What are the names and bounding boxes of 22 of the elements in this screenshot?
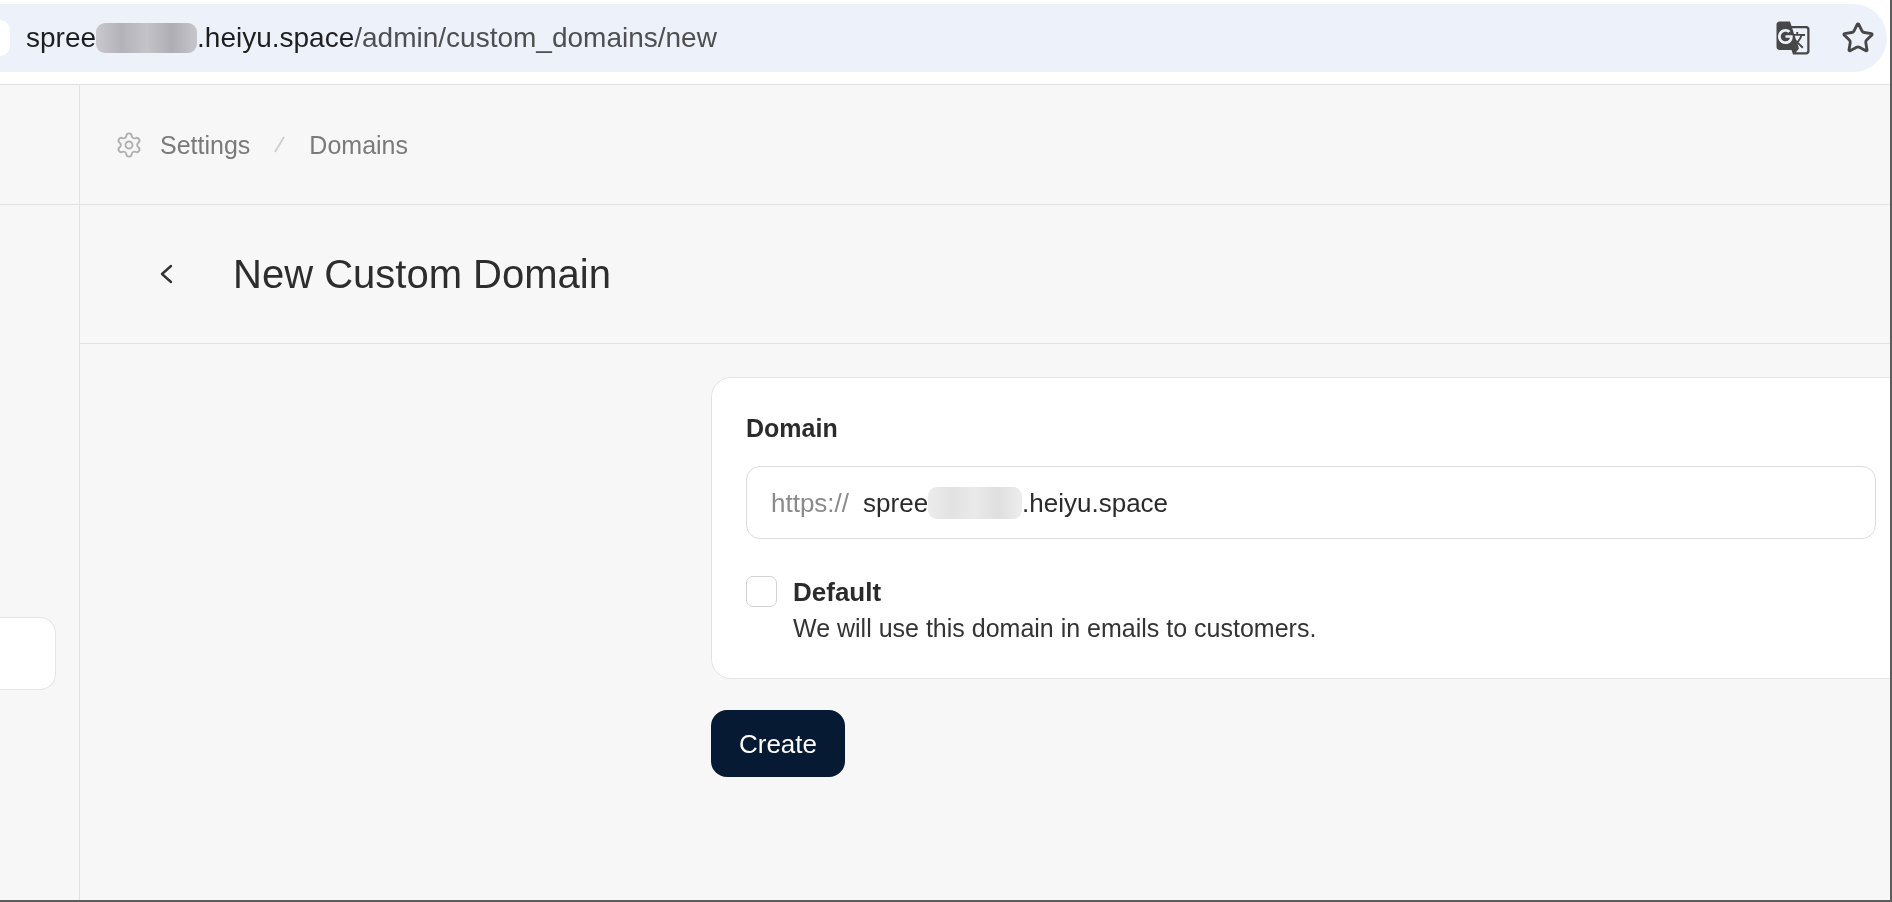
breadcrumb-link[interactable]: Settings (160, 129, 251, 160)
breadcrumb-link[interactable]: Domains (309, 129, 408, 160)
gear-icon (115, 130, 143, 159)
translate-icon[interactable] (1775, 20, 1811, 56)
star-icon[interactable] (1841, 21, 1875, 55)
url-prefix-text: https:// (771, 486, 850, 519)
url-text: spree (26, 21, 97, 55)
checkbox-description: We will use this domain in emails to customers. (793, 613, 1317, 644)
slash-icon (274, 136, 286, 153)
chevron-left-icon (159, 264, 173, 284)
address-bar[interactable]: spree .heiyu.space/admin/custom_domains/new (0, 4, 1887, 72)
domain-value-text: spree (863, 486, 929, 519)
url-path-text: /admin/custom_domains/new (354, 21, 717, 55)
checkbox[interactable] (746, 576, 777, 607)
page-title: New Custom Domain (233, 251, 611, 298)
url-text: .heiyu.space (197, 21, 355, 55)
domain-value-text: .heiyu.space (1022, 486, 1169, 519)
checkbox-label: Default (793, 576, 883, 608)
field-label: Domain (746, 413, 838, 444)
create-button[interactable]: Create (711, 710, 845, 777)
back-button[interactable] (159, 264, 173, 284)
domain-input[interactable]: https:// spree .heiyu.space (746, 466, 1876, 539)
